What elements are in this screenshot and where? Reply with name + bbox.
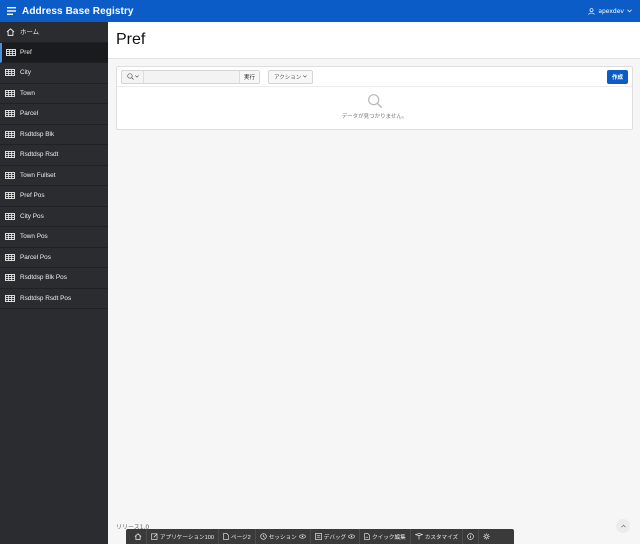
app-title[interactable]: Address Base Registry (22, 6, 134, 17)
sidebar-item-label: Town Pos (20, 233, 48, 241)
chevron-down-icon (303, 75, 308, 78)
actions-label: アクション (274, 74, 302, 81)
table-icon (0, 69, 20, 77)
devbar-session[interactable]: セッション (256, 529, 311, 544)
no-data-message: データが見つかりません。 (341, 114, 408, 120)
sidebar-item-label: City (20, 69, 32, 77)
table-icon (0, 274, 20, 282)
table-icon (0, 110, 20, 118)
search-input[interactable] (144, 70, 239, 83)
search-icon (126, 73, 134, 80)
scroll-top-button[interactable] (616, 519, 630, 533)
devbar-info[interactable] (463, 529, 480, 544)
sidebar-item-label: Rsdtdsp Rsdt (20, 151, 59, 159)
sidebar-item-label: Town (20, 89, 35, 97)
info-icon (467, 533, 474, 540)
session-icon (260, 533, 267, 540)
sidebar-item-label: Rsdtdsp Blk (20, 130, 55, 138)
gear-icon (483, 533, 490, 540)
devbar-label: デバッグ (323, 534, 347, 541)
table-icon (0, 253, 20, 261)
devbar-label: セッション (268, 534, 297, 541)
sidebar-item-town-fullset[interactable]: Town Fullset (0, 166, 108, 186)
search-bar: 実行 (121, 69, 261, 84)
devbar-home[interactable] (130, 529, 147, 544)
report-toolbar: 実行 アクション 作成 (117, 67, 632, 87)
sidebar-item-label: Pref Pos (20, 192, 45, 200)
developer-toolbar: アプリケーション100 ページ2 セッション デバッグ クイック編集 カスタマイ… (126, 529, 514, 544)
sidebar-item-parcel[interactable]: Parcel (0, 104, 108, 125)
table-icon (0, 192, 20, 200)
home-icon (0, 28, 20, 36)
sidebar-item-city[interactable]: City (0, 63, 108, 84)
chevron-down-icon (134, 75, 139, 78)
devbar-quick-edit[interactable]: クイック編集 (360, 529, 411, 544)
devbar-label: ページ2 (230, 534, 251, 541)
devbar-label: アプリケーション100 (160, 534, 214, 541)
sidebar-item-label: Parcel Pos (20, 253, 51, 261)
devbar-application[interactable]: アプリケーション100 (147, 529, 219, 544)
eye-icon (348, 534, 356, 539)
actions-menu-button[interactable]: アクション (268, 69, 314, 84)
sidebar-item-town-pos[interactable]: Town Pos (0, 227, 108, 248)
table-icon (0, 233, 20, 241)
home-icon (134, 533, 142, 540)
eye-icon (298, 534, 306, 539)
title-bar: Pref (108, 22, 640, 59)
sidebar-item-rsdtdsp-rsdt-pos[interactable]: Rsdtdsp Rsdt Pos (0, 289, 108, 309)
table-icon (0, 212, 20, 220)
sidebar-item-label: Pref (20, 48, 32, 56)
create-button[interactable]: 作成 (606, 70, 628, 84)
debug-icon (314, 533, 322, 540)
sidebar-item-city-pos[interactable]: City Pos (0, 207, 108, 227)
search-icon (367, 94, 382, 109)
edit-icon (151, 533, 158, 540)
table-icon (0, 171, 20, 179)
table-icon (0, 151, 20, 159)
menu-toggle-button[interactable] (0, 0, 22, 22)
devbar-label: カスタマイズ (424, 534, 459, 541)
sidebar-item-label: Town Fullset (20, 171, 56, 179)
sidebar-item-rsdtdsp-rsdt[interactable]: Rsdtdsp Rsdt (0, 145, 108, 166)
sidebar-item-parcel-pos[interactable]: Parcel Pos (0, 248, 108, 268)
search-column-button[interactable] (122, 70, 144, 83)
sidebar-item-pref[interactable]: Pref (0, 42, 108, 63)
report-region: 実行 アクション 作成 データが見つかりません。 (116, 66, 633, 130)
user-icon (588, 7, 595, 15)
table-icon (0, 89, 20, 97)
quick-edit-icon (364, 533, 370, 540)
devbar-customize[interactable]: カスタマイズ (411, 529, 464, 544)
sidebar-item-rsdtdsp-blk-pos[interactable]: Rsdtdsp Blk Pos (0, 268, 108, 289)
go-button[interactable]: 実行 (239, 70, 260, 83)
page-title: Pref (116, 31, 146, 48)
no-data-panel: データが見つかりません。 (117, 87, 632, 120)
sidebar-item-label: Rsdtdsp Blk Pos (20, 274, 67, 282)
table-icon (2, 48, 20, 56)
main-content: Pref 実行 アクション 作成 データが見つかりません。 (108, 22, 640, 544)
chevron-up-icon (620, 524, 626, 528)
page-edit-icon (223, 533, 229, 540)
sidebar-item-label: Parcel (20, 110, 39, 118)
sidebar-item-label: City Pos (20, 212, 44, 220)
sidebar-item-label: ホーム (20, 29, 39, 37)
sidebar-item-label: Rsdtdsp Rsdt Pos (20, 294, 72, 302)
chevron-down-icon (627, 9, 632, 13)
table-icon (0, 130, 20, 138)
sidebar-item-rsdtdsp-blk[interactable]: Rsdtdsp Blk (0, 125, 108, 145)
devbar-debug[interactable]: デバッグ (311, 529, 361, 544)
user-menu[interactable]: apexdev (588, 0, 632, 22)
sidebar-item-home[interactable]: ホーム (0, 22, 108, 43)
sidebar-item-pref-pos[interactable]: Pref Pos (0, 186, 108, 207)
customize-icon (414, 533, 423, 540)
hamburger-icon (6, 7, 16, 15)
devbar-page[interactable]: ページ2 (219, 529, 256, 544)
user-name: apexdev (598, 7, 624, 15)
devbar-settings[interactable] (479, 529, 494, 544)
devbar-label: クイック編集 (372, 534, 406, 541)
sidebar-nav: ホーム Pref City Town Parcel Rsdtdsp Blk Rs… (0, 22, 108, 544)
app-header: Address Base Registry apexdev (0, 0, 640, 22)
sidebar-item-town[interactable]: Town (0, 84, 108, 104)
table-icon (0, 294, 20, 302)
